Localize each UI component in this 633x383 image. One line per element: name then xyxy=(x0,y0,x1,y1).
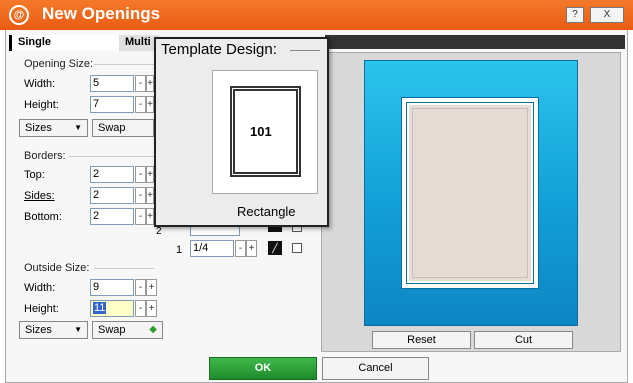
outside-height-value: 11 xyxy=(93,302,107,314)
outside-sizes-label: Sizes xyxy=(25,324,52,336)
border-top-increment[interactable]: + xyxy=(146,166,154,183)
template-popup-title: Template Design: xyxy=(161,41,277,58)
opening-height-input[interactable]: 7 xyxy=(90,96,134,113)
layer-row-input[interactable]: 1/4 xyxy=(190,240,234,257)
outside-swap-button[interactable]: Swap ◆ xyxy=(92,321,163,339)
mat-opening xyxy=(412,108,528,278)
border-sides-decrement[interactable]: - xyxy=(135,187,146,204)
outside-height-input[interactable]: 11 xyxy=(90,300,134,317)
opening-sizes-dropdown[interactable]: Sizes ▼ xyxy=(19,119,88,137)
opening-height-label: Height: xyxy=(24,99,59,111)
template-name: Rectangle xyxy=(237,204,296,219)
tab-single[interactable]: Single xyxy=(9,35,119,51)
outside-height-increment[interactable]: + xyxy=(146,300,157,317)
opening-width-label: Width: xyxy=(24,78,56,90)
opening-width-increment[interactable]: + xyxy=(146,75,154,92)
border-bottom-label: Bottom: xyxy=(24,211,62,223)
outside-height-decrement[interactable]: - xyxy=(135,300,146,317)
outside-width-input[interactable]: 9 xyxy=(90,279,134,296)
layer-checkbox[interactable] xyxy=(292,243,302,253)
close-button[interactable]: X xyxy=(590,7,624,23)
divider xyxy=(94,268,154,269)
outside-width-label: Width: xyxy=(24,282,56,294)
divider xyxy=(94,64,154,65)
ok-button[interactable]: OK xyxy=(209,357,317,380)
opening-height-increment[interactable]: + xyxy=(146,96,154,113)
outside-sizes-dropdown[interactable]: Sizes ▼ xyxy=(19,321,88,339)
border-bottom-increment[interactable]: + xyxy=(146,208,154,225)
border-sides-input[interactable]: 2 xyxy=(90,187,134,204)
border-sides-increment[interactable]: + xyxy=(146,187,154,204)
template-number: 101 xyxy=(250,124,272,139)
border-bottom-input[interactable]: 2 xyxy=(90,208,134,225)
tab-strip xyxy=(325,35,625,49)
chevron-down-icon: ▼ xyxy=(74,123,82,132)
outside-swap-label: Swap xyxy=(98,324,126,336)
app-logo-icon: @ xyxy=(9,5,29,25)
layer-row-number: 1 xyxy=(176,244,183,256)
reset-button[interactable]: Reset xyxy=(372,331,471,349)
opening-swap-button[interactable]: Swap xyxy=(92,119,154,137)
window-title: New Openings xyxy=(42,4,161,23)
outside-size-section-label: Outside Size: xyxy=(24,262,90,274)
outside-height-label: Height: xyxy=(24,303,59,315)
layer-row-number-hidden: 2 xyxy=(156,226,162,237)
border-bottom-decrement[interactable]: - xyxy=(135,208,146,225)
border-sides-link[interactable]: Sides: xyxy=(24,190,55,202)
border-top-label: Top: xyxy=(24,169,45,181)
divider xyxy=(290,50,320,51)
edit-icon[interactable]: ╱ xyxy=(268,241,282,255)
cut-button[interactable]: Cut xyxy=(474,331,573,349)
outside-width-decrement[interactable]: - xyxy=(135,279,146,296)
outside-width-increment[interactable]: + xyxy=(146,279,157,296)
opening-width-input[interactable]: 5 xyxy=(90,75,134,92)
help-button[interactable]: ? xyxy=(566,7,584,23)
border-top-input[interactable]: 2 xyxy=(90,166,134,183)
tab-multi[interactable]: Multi xyxy=(119,35,159,51)
opening-size-section-label: Opening Size: xyxy=(24,58,94,70)
cancel-button[interactable]: Cancel xyxy=(322,357,429,380)
borders-section-label: Borders: xyxy=(24,150,66,162)
opening-width-decrement[interactable]: - xyxy=(135,75,146,92)
border-top-decrement[interactable]: - xyxy=(135,166,146,183)
opening-height-decrement[interactable]: - xyxy=(135,96,146,113)
opening-sizes-label: Sizes xyxy=(25,122,52,134)
chevron-down-icon: ▼ xyxy=(74,325,82,334)
layer-row-decrement[interactable]: - xyxy=(235,240,246,257)
divider xyxy=(68,156,154,157)
swap-icon: ◆ xyxy=(149,324,157,335)
opening-swap-label: Swap xyxy=(98,122,126,134)
layer-row-increment[interactable]: + xyxy=(246,240,257,257)
